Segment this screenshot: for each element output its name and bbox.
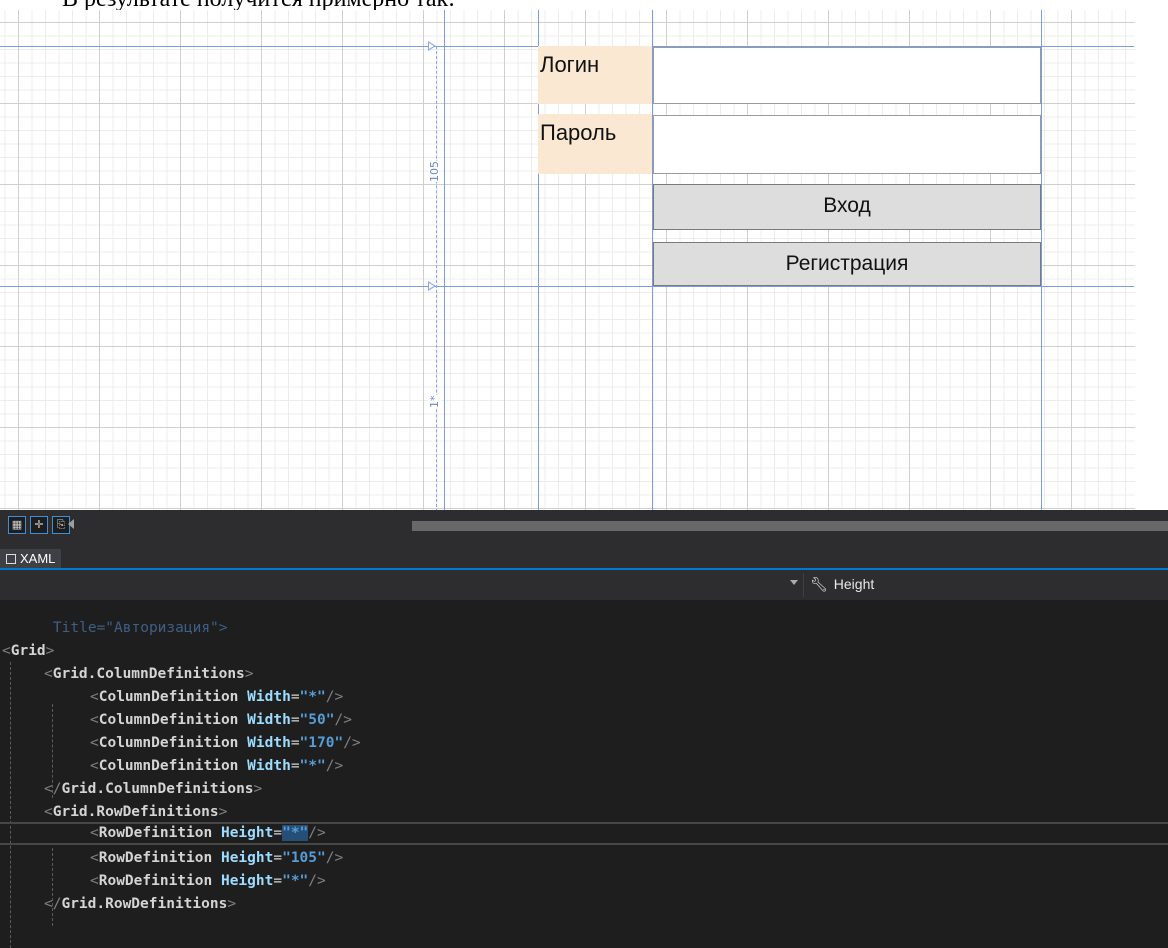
width-value: "170" <box>299 735 344 751</box>
code-line: <RowDefinition Height="*"/> <box>90 873 326 889</box>
grid-tag: Grid <box>10 643 46 659</box>
height-value: "105" <box>282 850 326 866</box>
login-textbox[interactable] <box>653 47 1041 104</box>
tab-xaml-label: XAML <box>20 551 56 566</box>
width-value: "*" <box>299 689 326 705</box>
height-attr: Height <box>220 825 274 841</box>
designer-toolbar: ▦ ✛ ⎘ <box>0 510 1168 540</box>
scroll-left-icon[interactable] <box>68 519 74 529</box>
horizontal-scrollbar-thumb[interactable] <box>412 521 1168 531</box>
password-textbox[interactable] <box>653 115 1041 174</box>
width-value: "50" <box>299 712 335 728</box>
code-line: <ColumnDefinition Width="*"/> <box>90 689 344 705</box>
code-line: <Grid> <box>2 643 55 659</box>
grid-column-line[interactable] <box>444 10 445 510</box>
code-line: </Grid.ColumnDefinitions> <box>44 781 263 797</box>
code-line-current: <RowDefinition Height="*"/> <box>0 822 1168 845</box>
coldef-tag: ColumnDefinition <box>98 758 239 774</box>
rowdef-tag: RowDefinition <box>98 873 213 889</box>
tab-xaml[interactable]: XAML <box>0 549 62 568</box>
code-line: <Grid.ColumnDefinitions> <box>44 666 254 682</box>
coldefs-tag: Grid.ColumnDefinitions <box>52 666 245 682</box>
coldef-tag: ColumnDefinition <box>98 735 239 751</box>
toggle-grid-icon[interactable]: ▦ <box>8 516 26 534</box>
code-line: <ColumnDefinition Width="170"/> <box>90 735 361 751</box>
indent-guide <box>10 662 11 948</box>
coldefs-close-tag: Grid.ColumnDefinitions <box>61 781 254 797</box>
row-ruler <box>436 46 437 510</box>
code-line: <Grid.RowDefinitions> <box>44 804 228 820</box>
password-label-text: Пароль <box>540 120 617 145</box>
coldef-tag: ColumnDefinition <box>98 689 239 705</box>
width-attr: Width <box>247 735 291 751</box>
coldef-tag: ColumnDefinition <box>98 712 239 728</box>
editor-tab-strip: XAML <box>0 540 1168 570</box>
password-label[interactable]: Пароль <box>538 114 652 174</box>
wrench-icon: 🔧︎ <box>810 576 828 592</box>
xaml-code-editor[interactable]: Title="Авторизация"> <Grid> <Grid.Column… <box>0 600 1168 948</box>
code-line: <ColumnDefinition Width="*"/> <box>90 758 344 774</box>
chevron-down-icon[interactable] <box>790 580 798 585</box>
snap-gridlines-icon[interactable]: ✛ <box>30 516 48 534</box>
rowdef-tag: RowDefinition <box>98 850 213 866</box>
xaml-tab-icon <box>6 554 16 564</box>
grid-row-line[interactable] <box>0 286 1134 287</box>
width-attr: Width <box>247 689 291 705</box>
row-height-label[interactable]: 105 <box>428 161 441 182</box>
code-line: <ColumnDefinition Width="50"/> <box>90 712 352 728</box>
register-button-label: Регистрация <box>785 252 909 275</box>
nav-separator <box>803 573 804 597</box>
height-value: "*" <box>282 873 309 889</box>
xaml-designer-surface[interactable]: 105 1* Логин Пароль Вход Регистрация <box>0 10 1168 510</box>
width-attr: Width <box>247 758 291 774</box>
code-line: <RowDefinition Height="105"/> <box>90 850 344 866</box>
row-star-label[interactable]: 1* <box>428 395 441 408</box>
navigation-bar: 🔧︎ Height <box>0 570 1168 600</box>
login-label[interactable]: Логин <box>538 46 652 104</box>
grid-column-line[interactable] <box>1041 10 1042 510</box>
row-marker-icon[interactable] <box>428 281 436 291</box>
height-attr: Height <box>220 873 274 889</box>
login-label-text: Логин <box>540 52 600 77</box>
height-attr: Height <box>220 850 274 866</box>
width-value: "*" <box>299 758 326 774</box>
code-line: </Grid.RowDefinitions> <box>44 896 237 912</box>
rowdefs-close-tag: Grid.RowDefinitions <box>61 896 228 912</box>
property-name: Height <box>833 576 875 592</box>
row-marker-icon[interactable] <box>428 41 436 51</box>
rowdef-tag: RowDefinition <box>98 825 213 841</box>
code-text: Title="Авторизация"> <box>52 620 228 636</box>
login-button[interactable]: Вход <box>653 184 1041 230</box>
height-value-selected[interactable]: "*" <box>282 825 309 841</box>
width-attr: Width <box>247 712 291 728</box>
code-line: Title="Авторизация"> <box>18 600 228 636</box>
property-dropdown[interactable]: 🔧︎ Height <box>810 576 874 593</box>
rowdefs-tag: Grid.RowDefinitions <box>52 804 219 820</box>
designer-right-margin <box>1135 10 1168 510</box>
register-button[interactable]: Регистрация <box>653 242 1041 286</box>
login-button-label: Вход <box>823 194 871 217</box>
